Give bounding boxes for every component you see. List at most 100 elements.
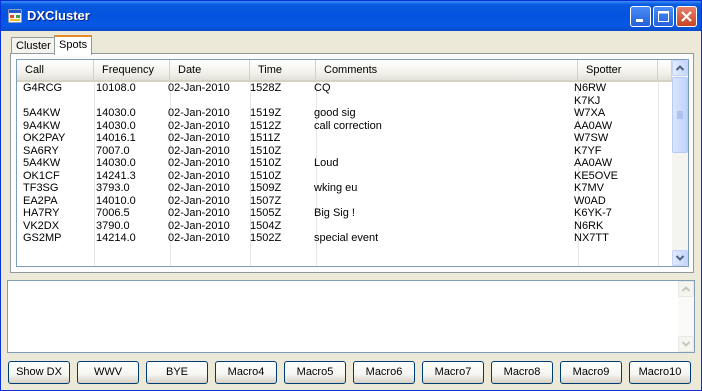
cell-frequency: 3790.0	[96, 219, 130, 232]
scroll-thumb[interactable]	[672, 77, 688, 153]
spots-tab-panel: Call Frequency Date Time Comments Spotte…	[10, 53, 694, 273]
table-row[interactable]: G4RCG 10108.0 02-Jan-2010 1528Z CQ N6RW	[17, 82, 672, 95]
maximize-button[interactable]	[653, 6, 674, 27]
cell-comments: CQ	[314, 82, 331, 94]
cell-spotter: K6YK-7	[574, 207, 612, 219]
chevron-up-icon	[681, 286, 691, 292]
minimize-button[interactable]	[630, 6, 651, 27]
table-row[interactable]: TF3SG 3793.0 02-Jan-2010 1509Z wking eu …	[17, 182, 672, 195]
spots-vertical-scrollbar[interactable]	[672, 60, 688, 266]
output-text-area[interactable]	[7, 280, 695, 353]
chevron-up-icon	[675, 65, 685, 71]
table-row[interactable]: K7KJ	[17, 95, 672, 108]
spots-list-header: Call Frequency Date Time Comments Spotte…	[17, 60, 672, 82]
table-row[interactable]: 9A4KW 14030.0 02-Jan-2010 1512Z call cor…	[17, 120, 672, 133]
column-header-spotter[interactable]: Spotter	[578, 60, 658, 80]
cell-call: TF3SG	[23, 182, 59, 194]
cell-frequency: 14010.0	[96, 194, 136, 207]
window-title: DXCluster	[27, 8, 90, 23]
macro5-button[interactable]: Macro5	[284, 361, 346, 384]
bye-button[interactable]: BYE	[146, 361, 208, 384]
close-button[interactable]	[676, 6, 697, 27]
cell-date: 02-Jan-2010	[168, 207, 230, 219]
output-vertical-scrollbar[interactable]	[678, 281, 694, 352]
macro9-button[interactable]: Macro9	[560, 361, 622, 384]
table-row[interactable]: VK2DX 3790.0 02-Jan-2010 1504Z N6RK	[17, 220, 672, 233]
cell-spotter: AA0AW	[574, 157, 613, 169]
scroll-up-button[interactable]	[672, 60, 688, 76]
cell-date: 02-Jan-2010	[168, 132, 230, 144]
chevron-down-icon	[681, 341, 691, 347]
cell-date: 02-Jan-2010	[168, 194, 230, 207]
cell-comments: Big Sig !	[314, 207, 355, 219]
cell-frequency: 14030.0	[96, 107, 136, 119]
cell-call: VK2DX	[23, 219, 60, 232]
cell-call: SA6RY	[23, 144, 59, 157]
cell-date: 02-Jan-2010	[168, 232, 230, 244]
spots-list[interactable]: Call Frequency Date Time Comments Spotte…	[16, 59, 689, 267]
cell-frequency: 14241.3	[96, 169, 136, 182]
cell-time: 1509Z	[250, 182, 282, 194]
grip-icon	[677, 111, 683, 119]
cell-comments: special event	[314, 232, 379, 244]
cell-call: G4RCG	[23, 82, 63, 94]
table-row[interactable]: SA6RY 7007.0 02-Jan-2010 1510Z K7YF	[17, 145, 672, 158]
table-row[interactable]: GS2MP 14214.0 02-Jan-2010 1502Z special …	[17, 232, 672, 245]
column-header-date[interactable]: Date	[170, 60, 250, 80]
macro4-button[interactable]: Macro4	[215, 361, 277, 384]
table-row[interactable]: OK2PAY 14016.1 02-Jan-2010 1511Z W7SW	[17, 132, 672, 145]
cell-spotter: W7SW	[574, 132, 609, 144]
cell-frequency: 7006.5	[96, 207, 130, 219]
tab-cluster-label: Cluster	[16, 40, 51, 52]
title-bar[interactable]: DXCluster	[1, 1, 701, 31]
table-row[interactable]: HA7RY 7006.5 02-Jan-2010 1505Z Big Sig !…	[17, 207, 672, 220]
cell-spotter: N6RW	[574, 82, 607, 94]
cell-spotter: N6RK	[574, 219, 604, 232]
cell-spotter: W7XA	[574, 107, 606, 119]
cell-time: 1512Z	[250, 119, 282, 132]
cell-time: 1510Z	[250, 169, 282, 182]
cell-time: 1528Z	[250, 82, 282, 94]
show-dx-button[interactable]: Show DX	[8, 361, 70, 384]
column-header-call[interactable]: Call	[17, 60, 94, 80]
cell-call: GS2MP	[23, 232, 62, 244]
cell-spotter: AA0AW	[574, 119, 613, 132]
close-icon	[681, 11, 692, 22]
table-row[interactable]: 5A4KW 14030.0 02-Jan-2010 1519Z good sig…	[17, 107, 672, 120]
cell-time: 1510Z	[250, 144, 282, 157]
scroll-up-button[interactable]	[678, 281, 694, 297]
table-row[interactable]: OK1CF 14241.3 02-Jan-2010 1510Z KE5OVE	[17, 170, 672, 183]
cell-date: 02-Jan-2010	[168, 182, 230, 194]
column-header-time[interactable]: Time	[250, 60, 316, 80]
macro8-button[interactable]: Macro8	[491, 361, 553, 384]
cell-spotter: KE5OVE	[574, 169, 619, 182]
macro7-button[interactable]: Macro7	[422, 361, 484, 384]
wwv-button[interactable]: WWV	[77, 361, 139, 384]
cell-frequency: 3793.0	[96, 182, 130, 194]
cell-frequency: 7007.0	[96, 144, 130, 157]
scroll-down-button[interactable]	[672, 250, 688, 266]
tab-spots[interactable]: Spots	[54, 35, 93, 55]
cell-time: 1505Z	[250, 207, 282, 219]
table-row[interactable]: EA2PA 14010.0 02-Jan-2010 1507Z W0AD	[17, 195, 672, 208]
cell-call: 9A4KW	[23, 119, 61, 132]
cell-frequency: 14030.0	[96, 157, 136, 169]
cell-spotter: K7KJ	[574, 94, 601, 107]
column-header-comments[interactable]: Comments	[316, 60, 578, 80]
cell-call: 5A4KW	[23, 107, 61, 119]
tab-spots-label: Spots	[59, 39, 88, 51]
cell-date: 02-Jan-2010	[168, 82, 230, 94]
app-icon	[8, 9, 22, 23]
column-header-frequency[interactable]: Frequency	[94, 60, 170, 80]
cell-date: 02-Jan-2010	[168, 219, 230, 232]
macro10-button[interactable]: Macro10	[629, 361, 691, 384]
scroll-down-button[interactable]	[678, 336, 694, 352]
cell-time: 1502Z	[250, 232, 282, 244]
cell-time: 1511Z	[250, 132, 281, 144]
chevron-down-icon	[675, 255, 685, 261]
cell-frequency: 10108.0	[96, 82, 136, 94]
maximize-icon	[658, 11, 669, 22]
macro6-button[interactable]: Macro6	[353, 361, 415, 384]
table-row[interactable]: 5A4KW 14030.0 02-Jan-2010 1510Z Loud AA0…	[17, 157, 672, 170]
cell-call: EA2PA	[23, 194, 58, 207]
